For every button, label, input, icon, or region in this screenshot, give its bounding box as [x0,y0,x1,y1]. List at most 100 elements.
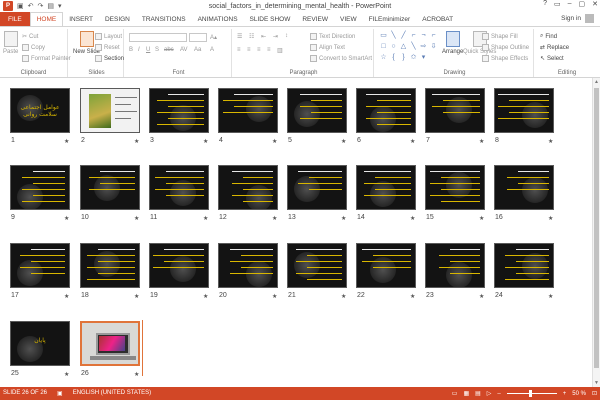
animation-star-icon[interactable]: ★ [134,215,139,222]
slide-thumbnail-14[interactable] [356,165,416,210]
tab-acrobat[interactable]: ACROBAT [416,12,459,26]
align-left-icon[interactable]: ≡ [237,47,241,53]
increase-indent-icon[interactable]: ⇥ [273,33,278,40]
slide-thumbnail-23[interactable] [425,243,485,288]
find-button[interactable]: ⌕ Find [540,33,557,40]
slide-thumbnail-6[interactable] [356,88,416,133]
rectangle-shape-icon[interactable]: ▭ [379,32,388,40]
tab-design[interactable]: DESIGN [99,12,136,26]
animation-star-icon[interactable]: ★ [548,293,553,300]
numbering-icon[interactable]: ☷ [249,33,254,40]
close-button[interactable]: ✕ [592,0,598,8]
slide-thumbnail-7[interactable] [425,88,485,133]
scrollbar-thumb[interactable] [594,88,599,368]
animation-star-icon[interactable]: ★ [410,138,415,145]
slide-thumbnail-2[interactable] [80,88,140,133]
slide-thumbnail-9[interactable] [10,165,70,210]
font-color-icon[interactable]: A [210,47,214,53]
align-right-icon[interactable]: ≡ [257,47,261,53]
arrow-shape-icon[interactable]: ⇩ [429,43,438,51]
text-direction-button[interactable]: Text Direction [310,33,355,40]
slide-thumbnail-18[interactable] [80,243,140,288]
language-indicator[interactable]: ENGLISH (UNITED STATES) [73,390,151,397]
scroll-up-icon[interactable]: ▲ [593,79,600,85]
slide-thumbnail-25[interactable]: پایان [10,321,70,366]
line-spacing-icon[interactable]: ↕ [285,33,288,39]
animation-star-icon[interactable]: ★ [410,215,415,222]
slide-thumbnail-8[interactable] [494,88,554,133]
tab-fileminimizer[interactable]: FILEminimizer [363,12,417,26]
spell-check-icon[interactable]: ▣ [57,390,63,397]
slide-sorter-view-icon[interactable]: ▦ [463,390,469,397]
slide-thumbnail-15[interactable] [425,165,485,210]
animation-star-icon[interactable]: ★ [479,138,484,145]
animation-star-icon[interactable]: ★ [64,371,69,378]
animation-star-icon[interactable]: ★ [479,293,484,300]
format-painter-button[interactable]: Format Painter [22,55,71,62]
more-shapes-icon[interactable]: ▾ [419,54,428,62]
animation-star-icon[interactable]: ★ [272,215,277,222]
zoom-level[interactable]: 50 % [572,391,586,397]
normal-view-icon[interactable]: ▭ [452,390,458,397]
replace-button[interactable]: ⇄ Replace [540,44,569,52]
animation-star-icon[interactable]: ★ [272,138,277,145]
slide-thumbnail-1[interactable]: عوامل اجتماعی سلامت روانی [10,88,70,133]
zoom-in-icon[interactable]: + [563,391,567,397]
arrange-button[interactable]: Arrange [442,31,463,55]
zoom-out-icon[interactable]: – [497,391,500,397]
brace-shape-icon[interactable]: { [389,54,398,62]
oval-shape-icon[interactable]: ○ [389,43,398,51]
slide-thumbnail-19[interactable] [149,243,209,288]
tab-view[interactable]: VIEW [334,12,363,26]
arrow-shape-icon[interactable]: ⇨ [419,43,428,51]
cut-button[interactable]: ✂ Cut [22,33,38,41]
slide-thumbnail-22[interactable] [356,243,416,288]
animation-star-icon[interactable]: ★ [203,138,208,145]
copy-button[interactable]: Copy [22,44,45,51]
shapes-gallery[interactable]: ▭ ╲ ╱ ⌐ ¬ ⌐ □ ○ △ ╲ ⇨ ⇩ ☆ { } ✩ ▾ [379,32,439,64]
brace-shape-icon[interactable]: } [399,54,408,62]
layout-button[interactable]: Layout [95,33,122,40]
help-button[interactable]: ? [543,0,547,8]
animation-star-icon[interactable]: ★ [341,293,346,300]
redo-icon[interactable]: ↷ [38,2,44,10]
animation-star-icon[interactable]: ★ [64,293,69,300]
tab-file[interactable]: FILE [0,12,30,26]
underline-icon[interactable]: U [146,47,150,53]
zoom-slider-knob[interactable] [528,390,532,397]
select-button[interactable]: ↖ Select [540,55,564,63]
paste-button[interactable]: Paste [3,31,18,55]
align-center-icon[interactable]: ≡ [247,47,251,53]
slide-thumbnail-20[interactable] [218,243,278,288]
line-shape-icon[interactable]: ╲ [389,32,398,40]
animation-star-icon[interactable]: ★ [548,215,553,222]
align-text-button[interactable]: Align Text [310,44,345,51]
animation-star-icon[interactable]: ★ [64,138,69,145]
slide-thumbnail-17[interactable] [10,243,70,288]
tab-insert[interactable]: INSERT [63,12,99,26]
slide-thumbnail-3[interactable] [149,88,209,133]
corner-shape-icon[interactable]: ⌐ [409,32,418,40]
strikethrough-icon[interactable]: abc [164,47,174,53]
triangle-shape-icon[interactable]: △ [399,43,408,51]
animation-star-icon[interactable]: ★ [548,138,553,145]
italic-icon[interactable]: I [138,47,140,53]
shape-outline-button[interactable]: Shape Outline [482,44,529,51]
bold-icon[interactable]: B [129,47,133,53]
animation-star-icon[interactable]: ★ [203,293,208,300]
animation-star-icon[interactable]: ★ [64,215,69,222]
bullets-icon[interactable]: ☰ [237,33,242,40]
animation-star-icon[interactable]: ★ [341,138,346,145]
save-icon[interactable]: ▣ [17,2,24,10]
line-shape-icon[interactable]: ╱ [399,32,408,40]
animation-star-icon[interactable]: ★ [410,293,415,300]
star-shape-icon[interactable]: ☆ [379,54,388,62]
minimize-button[interactable]: – [568,0,572,8]
animation-star-icon[interactable]: ★ [134,371,139,378]
scroll-down-icon[interactable]: ▼ [593,380,600,386]
line-shape-icon[interactable]: ╲ [409,43,418,51]
ribbon-display-options-button[interactable]: ▭ [554,0,561,8]
tab-transitions[interactable]: TRANSITIONS [136,12,192,26]
sign-in[interactable]: Sign in [561,14,594,23]
start-from-beginning-icon[interactable]: ▤ [47,2,54,10]
